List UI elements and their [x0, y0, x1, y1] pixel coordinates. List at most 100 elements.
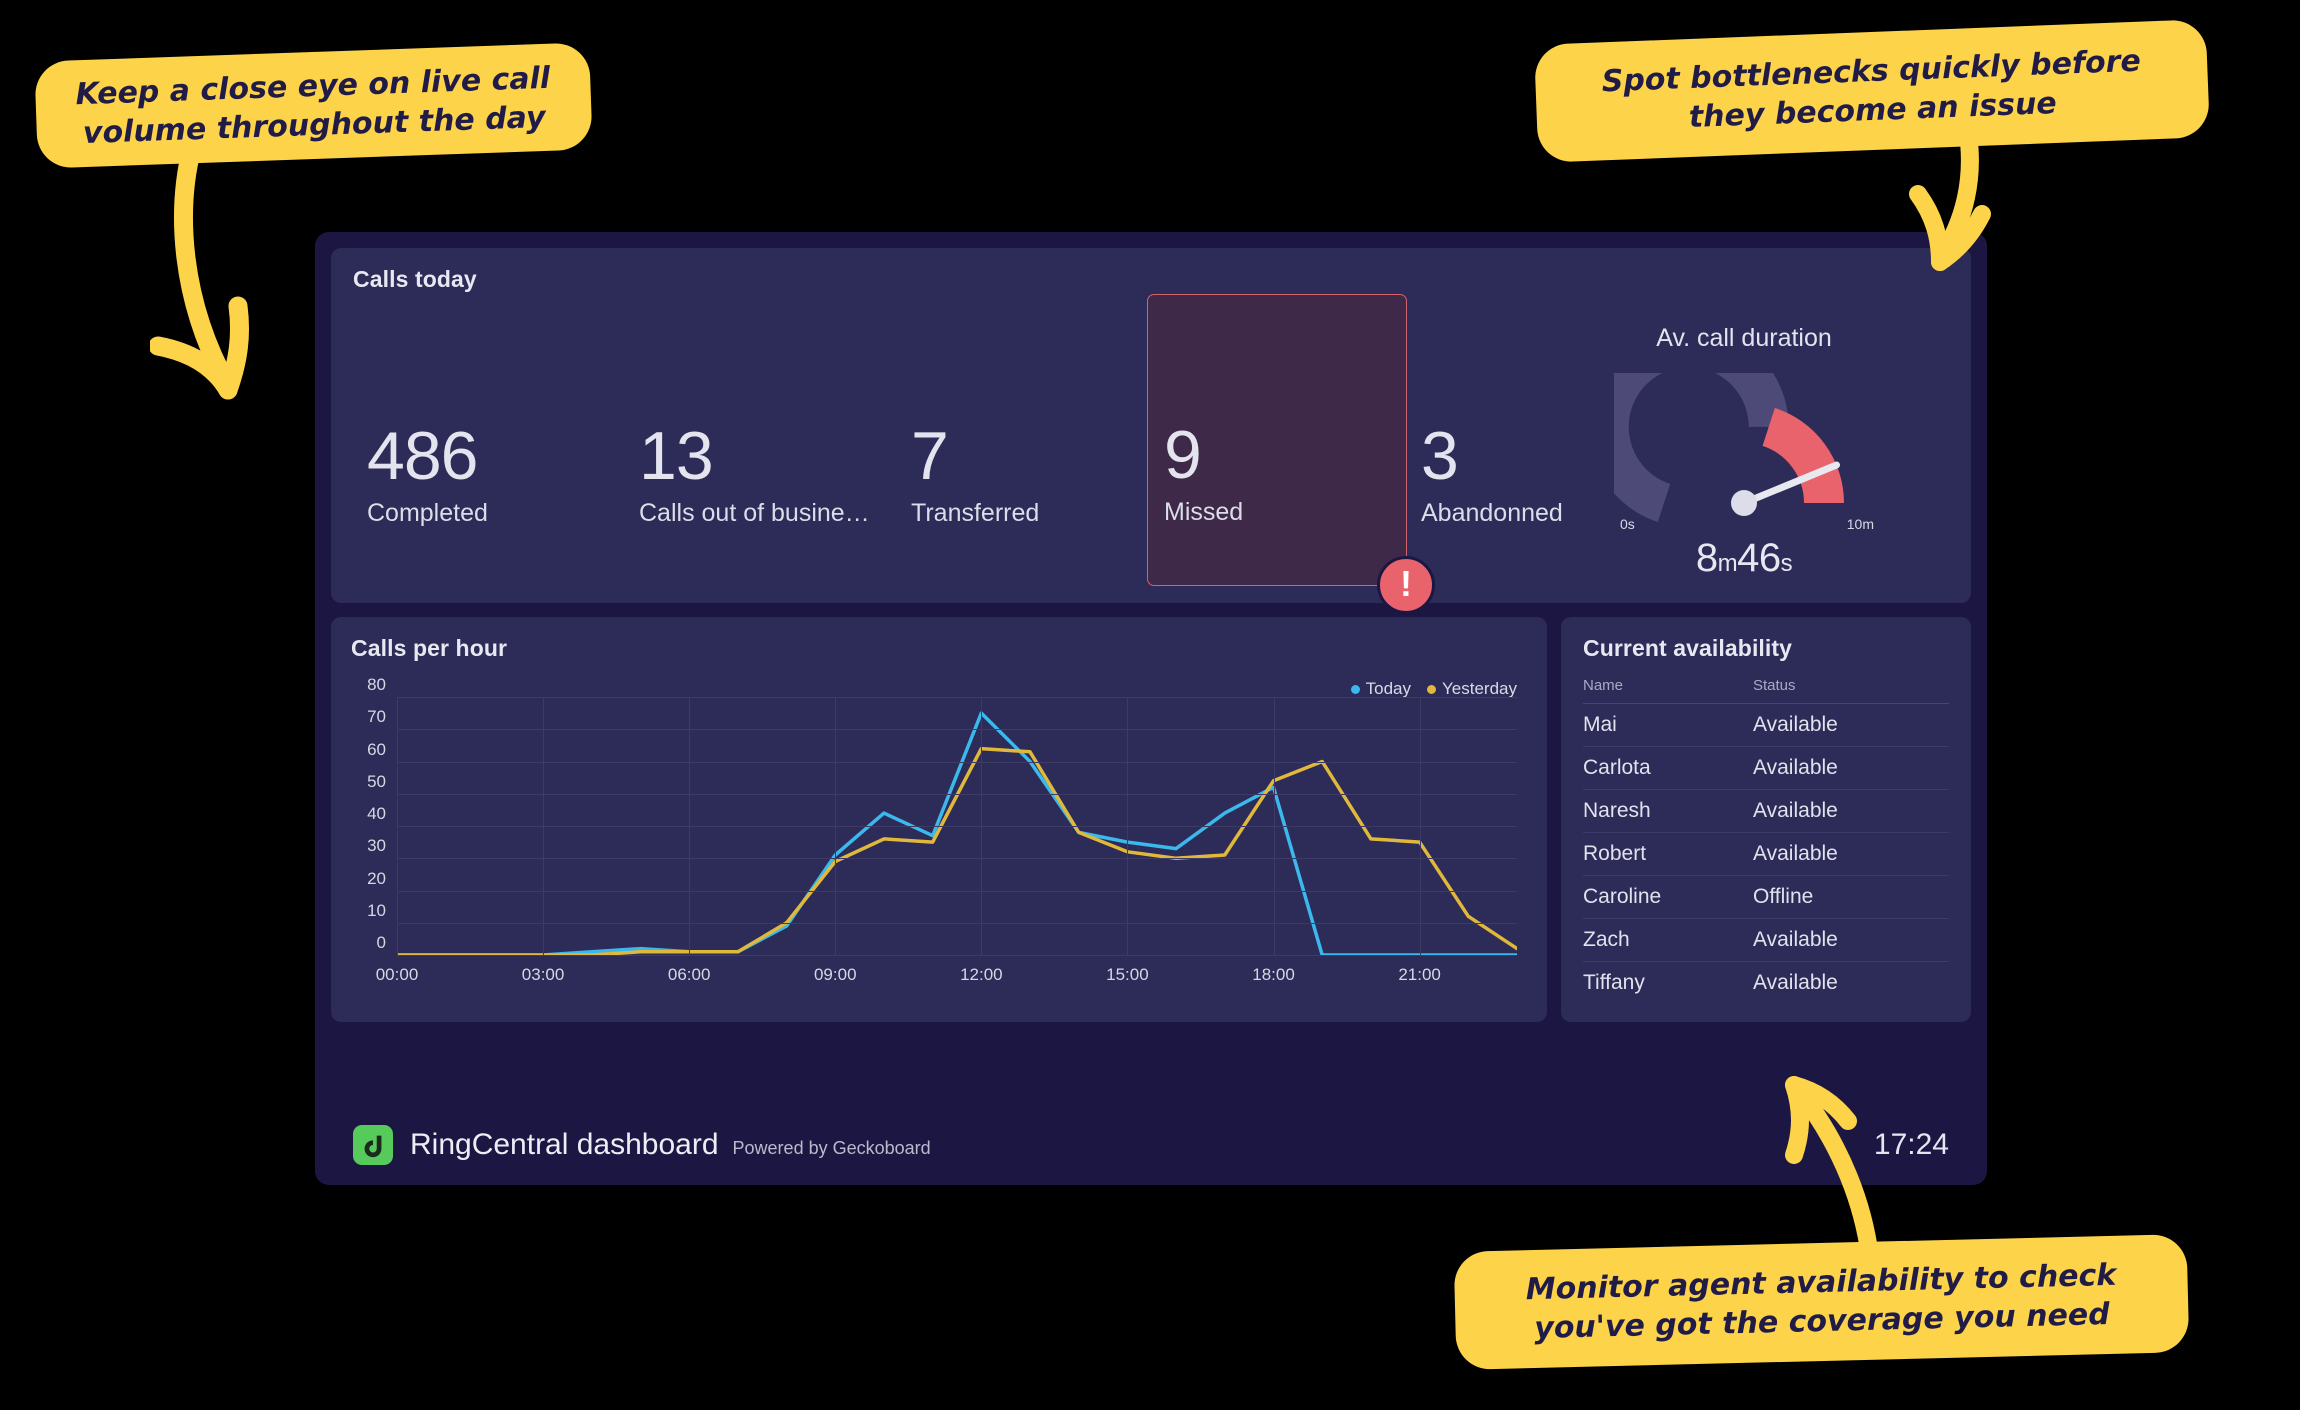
availability-row[interactable]: Caroline Offline	[1583, 876, 1949, 919]
availability-status: Available	[1753, 971, 1838, 994]
kpi-calls-out-of-business-hours[interactable]: 13 Calls out of busine…	[625, 336, 897, 586]
kpi-transferred-label: Transferred	[911, 499, 1040, 527]
current-availability-panel: Current availability Name Status Mai Avai…	[1561, 617, 1971, 1022]
chart-gridline	[397, 761, 1517, 763]
chart-x-tick-label: 18:00	[1252, 965, 1295, 984]
gauge-value-minutes-unit: m	[1717, 550, 1738, 577]
chart-y-tick-label: 70	[367, 707, 386, 727]
callout-bottom-right: Monitor agent availability to check you'…	[1453, 1234, 2190, 1370]
availability-table-header: Name Status	[1583, 677, 1949, 704]
chart-vertical-gridline	[543, 697, 545, 955]
geckoboard-logo-icon	[353, 1125, 393, 1165]
kpi-out-of-hours-value: 13	[639, 418, 714, 495]
arrow-top-left-icon	[150, 140, 249, 400]
gauge-value-seconds: 46	[1737, 536, 1781, 580]
availability-status: Available	[1753, 842, 1838, 865]
calls-today-panel: Calls today 486 Completed 13 Calls out o…	[331, 248, 1971, 614]
chart-y-tick-label: 30	[367, 836, 386, 856]
chart-x-tick-label: 12:00	[960, 965, 1003, 984]
screenshot-root: Calls today 486 Completed 13 Calls out o…	[0, 0, 2300, 1410]
chart-series-line	[395, 746, 1519, 957]
availability-agent-name: Robert	[1583, 842, 1647, 865]
availability-status: Available	[1753, 713, 1838, 736]
chart-vertical-gridline	[689, 697, 691, 955]
calls-per-hour-title: Calls per hour	[351, 635, 508, 661]
footer-clock: 17:24	[1873, 1128, 1949, 1161]
gauge-value: 8m46s	[1696, 536, 1793, 581]
availability-status: Available	[1753, 928, 1838, 951]
gauge-value-seconds-unit: s	[1780, 550, 1793, 577]
legend-item-yesterday[interactable]: Yesterday	[1427, 679, 1517, 699]
availability-agent-name: Zach	[1583, 928, 1630, 951]
kpi-missed[interactable]: 9 Missed !	[1147, 294, 1435, 614]
chart-gridline	[397, 922, 1517, 924]
chart-y-tick-label: 50	[367, 771, 386, 791]
chart-x-tick-label: 21:00	[1398, 965, 1441, 984]
chart-series-line	[395, 711, 1519, 957]
footer-title: RingCentral dashboard	[410, 1128, 719, 1161]
availability-row[interactable]: Robert Available	[1583, 833, 1949, 876]
chart-y-tick-label: 0	[376, 933, 386, 952]
column-header-name: Name	[1583, 677, 1624, 694]
availability-agent-name: Caroline	[1583, 885, 1662, 908]
availability-status: Available	[1753, 799, 1838, 822]
chart-vertical-gridline	[397, 697, 398, 955]
kpi-transferred[interactable]: 7 Transferred	[897, 336, 1147, 586]
availability-row[interactable]: Carlota Available	[1583, 747, 1949, 790]
callout-top-left: Keep a close eye on live call volume thr…	[34, 42, 593, 169]
chart-area: Today Yesterday 0 10 20 30 40 50 60 70 80 00:00 03…	[351, 675, 1527, 984]
column-header-status: Status	[1753, 677, 1796, 694]
gauge-title: Av. call duration	[1656, 324, 1832, 352]
availability-table: Name Status Mai Available Carlota Available…	[1583, 677, 1949, 1004]
bottom-row: Calls per hour Today Yesterday 0 10 20 3…	[331, 617, 1971, 1022]
gauge-min-label: 0s	[1620, 516, 1635, 532]
availability-row[interactable]: Zach Available	[1583, 919, 1949, 962]
dashboard-footer: RingCentral dashboard Powered by Geckobo…	[315, 1105, 1987, 1185]
chart-x-tick-label: 15:00	[1106, 965, 1149, 984]
av-call-duration-gauge: Av. call duration 0s 10m 8m46s	[1579, 324, 1909, 586]
availability-row[interactable]: Mai Available	[1583, 704, 1949, 747]
callout-top-left-text: Keep a close eye on live call volume thr…	[74, 60, 551, 151]
availability-status: Offline	[1753, 885, 1814, 908]
availability-rows: Mai Available Carlota Available Naresh Availa…	[1583, 704, 1949, 1004]
chart-x-tick-label: 03:00	[521, 965, 565, 984]
callout-top-right-text: Spot bottlenecks quickly before they bec…	[1601, 43, 2142, 136]
kpi-completed-label: Completed	[367, 499, 488, 527]
availability-row[interactable]: Tiffany Available	[1583, 962, 1949, 1004]
chart-legend: Today Yesterday	[1350, 679, 1517, 699]
kpi-completed[interactable]: 486 Completed	[353, 336, 625, 586]
chart-vertical-gridline	[1419, 697, 1421, 955]
chart-y-tick-label: 10	[367, 900, 386, 920]
chart-gridline	[397, 729, 1517, 731]
chart-gridline	[397, 697, 1517, 698]
kpi-missed-label: Missed	[1164, 498, 1244, 526]
chart-vertical-gridline	[1273, 697, 1275, 955]
chart-y-tick-label: 80	[367, 675, 386, 694]
chart-y-tick-label: 60	[367, 739, 386, 759]
legend-color-swatch-today	[1350, 684, 1360, 694]
chart-plot: 0 10 20 30 40 50 60 70 80 00:00 03:00 06:00 09:00 12:…	[367, 675, 1519, 984]
legend-item-today[interactable]: Today	[1350, 679, 1412, 699]
calls-today-title: Calls today	[353, 266, 477, 292]
availability-agent-name: Carlota	[1583, 756, 1651, 779]
legend-label-today: Today	[1365, 679, 1412, 698]
chart-vertical-gridline	[835, 697, 837, 955]
availability-row[interactable]: Naresh Available	[1583, 790, 1949, 833]
chart-y-tick-label: 40	[367, 804, 386, 823]
callout-top-right: Spot bottlenecks quickly before they bec…	[1533, 19, 2211, 163]
footer-powered-by: Powered by Geckoboard	[732, 1138, 931, 1158]
chart-gridline	[397, 858, 1517, 860]
availability-status: Available	[1753, 756, 1838, 779]
gauge-max-label: 10m	[1846, 516, 1874, 532]
callout-bottom-right-text: Monitor agent availability to check you'…	[1525, 1257, 2117, 1347]
legend-color-swatch-yesterday	[1427, 684, 1437, 694]
availability-agent-name: Naresh	[1583, 799, 1651, 822]
kpi-transferred-value: 7	[911, 418, 949, 495]
chart-x-tick-label: 00:00	[375, 965, 419, 984]
chart-vertical-gridline	[1127, 697, 1129, 955]
kpi-row: 486 Completed 13 Calls out of busine… 7 …	[353, 294, 1951, 614]
chart-x-tick-label: 06:00	[667, 965, 711, 984]
chart-x-tick-label: 09:00	[813, 965, 857, 984]
kpi-completed-value: 486	[367, 418, 478, 495]
chart-gridline	[397, 793, 1517, 795]
